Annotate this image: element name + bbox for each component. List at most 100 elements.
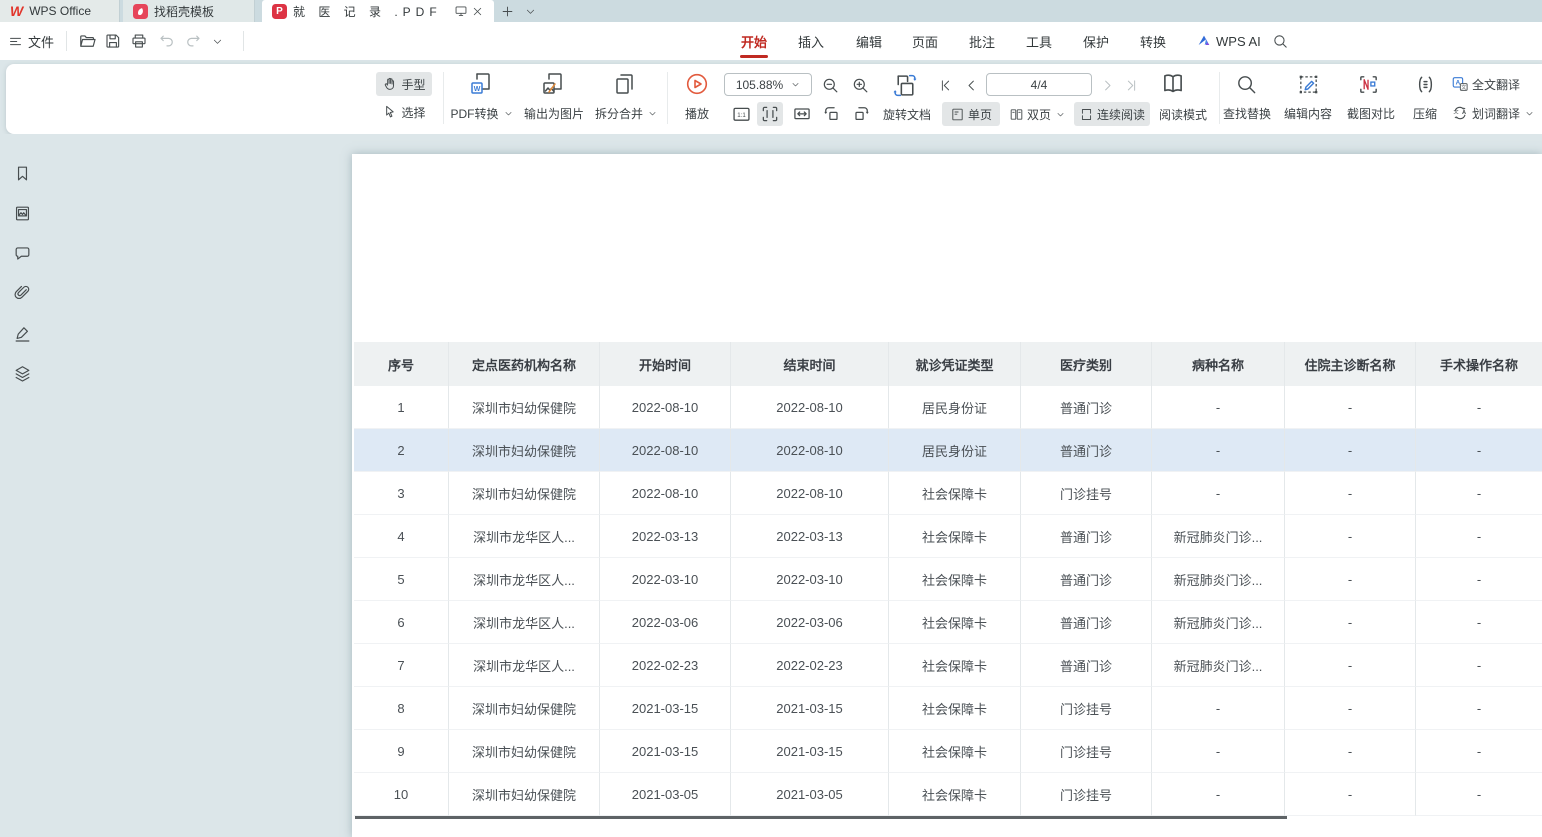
print-button[interactable] (130, 22, 148, 60)
undo-button[interactable] (158, 22, 176, 60)
file-menu-button[interactable]: 文件 (8, 22, 54, 60)
compress-button[interactable]: 压缩 (1407, 102, 1443, 124)
pdf-convert-button[interactable]: PDF转换 (444, 102, 519, 124)
continuous-read-button[interactable]: 连续阅读 (1074, 102, 1150, 126)
table-cell: 2022-08-10 (731, 429, 889, 472)
read-mode-button[interactable]: 阅读模式 (1154, 102, 1212, 126)
table-cell: - (1416, 644, 1542, 687)
wps-ai-button[interactable]: WPS AI (1196, 22, 1261, 60)
table-cell: - (1416, 601, 1542, 644)
table-cell: 2022-08-10 (600, 386, 731, 429)
table-cell: 社会保障卡 (889, 773, 1021, 816)
actual-size-button[interactable]: 1:1 (729, 102, 753, 126)
col-header: 医疗类别 (1021, 342, 1152, 386)
new-tab-icon[interactable] (500, 4, 515, 19)
wps-logo-icon: W (10, 4, 23, 18)
table-cell: 新冠肺炎门诊... (1152, 515, 1285, 558)
table-row: 4深圳市龙华区人...2022-03-132022-03-13社会保障卡普通门诊… (354, 515, 1542, 558)
fit-page-button[interactable] (757, 102, 783, 126)
col-header: 手术操作名称 (1416, 342, 1542, 386)
table-cell: 社会保障卡 (889, 644, 1021, 687)
compress-icon (1411, 70, 1439, 98)
word-translate-button[interactable]: A文 划词翻译 (1451, 102, 1542, 124)
divider (243, 31, 244, 51)
table-cell: - (1416, 730, 1542, 773)
attachment-panel-button[interactable] (13, 284, 33, 304)
menu-tab-edit[interactable]: 编辑 (847, 22, 891, 60)
menu-search-button[interactable] (1272, 22, 1289, 60)
thumbnail-panel-button[interactable] (13, 204, 33, 224)
layers-panel-button[interactable] (13, 364, 33, 384)
fit-page-icon (760, 104, 780, 124)
edit-content-button[interactable]: 编辑内容 (1281, 102, 1335, 124)
rotate-document-button[interactable]: 旋转文档 (876, 102, 938, 126)
tab-wps-office[interactable]: W WPS Office (0, 0, 120, 22)
close-tab-icon[interactable] (471, 5, 484, 18)
col-header: 定点医药机构名称 (449, 342, 600, 386)
swap-pages-icon[interactable] (890, 70, 920, 100)
menu-tab-protect[interactable]: 保护 (1074, 22, 1118, 60)
comment-panel-button[interactable] (13, 244, 33, 264)
redo-button[interactable] (184, 22, 202, 60)
play-button[interactable]: 播放 (674, 102, 720, 124)
monitor-icon[interactable] (454, 4, 468, 18)
first-page-button[interactable] (936, 76, 954, 94)
open-file-button[interactable] (78, 22, 97, 60)
rotate-left-button[interactable] (820, 102, 844, 126)
table-row: 5深圳市龙华区人...2022-03-102022-03-10社会保障卡普通门诊… (354, 558, 1542, 601)
table-cell: - (1285, 472, 1416, 515)
select-tool-button[interactable]: 选择 (376, 100, 432, 124)
table-cell: - (1416, 515, 1542, 558)
split-merge-button[interactable]: 拆分合并 (589, 102, 663, 124)
table-cell: 2022-03-06 (731, 601, 889, 644)
pen-icon (13, 324, 32, 343)
hand-tool-button[interactable]: 手型 (376, 72, 432, 96)
pdf-page: 序号 定点医药机构名称 开始时间 结束时间 就诊凭证类型 医疗类别 病种名称 住… (352, 154, 1542, 837)
table-cell: 2022-03-13 (731, 515, 889, 558)
table-header-row: 序号 定点医药机构名称 开始时间 结束时间 就诊凭证类型 医疗类别 病种名称 住… (354, 342, 1542, 386)
bookmark-panel-button[interactable] (13, 164, 33, 184)
page-number-input[interactable]: 4/4 (986, 73, 1092, 96)
export-image-button[interactable]: 输出为图片 (518, 102, 590, 124)
last-page-button[interactable] (1122, 76, 1140, 94)
table-cell: 2022-08-10 (600, 429, 731, 472)
table-cell: 2022-03-10 (600, 558, 731, 601)
zoom-level-select[interactable]: 105.88% (724, 73, 812, 96)
zoom-out-icon (821, 76, 840, 95)
screenshot-compare-button[interactable]: 截图对比 (1344, 102, 1398, 124)
full-translate-button[interactable]: A文 全文翻译 (1451, 73, 1539, 95)
undo-redo-chevron-icon[interactable] (212, 22, 223, 60)
single-page-button[interactable]: 单页 (942, 102, 1000, 126)
table-cell: - (1416, 687, 1542, 730)
double-page-button[interactable]: 双页 (1005, 102, 1069, 126)
zoom-out-button[interactable] (819, 74, 841, 96)
fit-width-button[interactable] (789, 102, 815, 126)
save-button[interactable] (104, 22, 122, 60)
col-header: 结束时间 (731, 342, 889, 386)
medical-records-table: 序号 定点医药机构名称 开始时间 结束时间 就诊凭证类型 医疗类别 病种名称 住… (354, 342, 1542, 816)
menu-tab-tools[interactable]: 工具 (1017, 22, 1061, 60)
pdf-toolbar: 手型 选择 W PDF转换 输出为图片 拆分合并 播放 105.88% (6, 64, 1542, 134)
table-cell: 5 (354, 558, 449, 601)
table-row: 7深圳市龙华区人...2022-02-232022-02-23社会保障卡普通门诊… (354, 644, 1542, 687)
rotate-right-button[interactable] (849, 102, 873, 126)
table-cell: 社会保障卡 (889, 687, 1021, 730)
tab-document-active[interactable]: P 就 医 记 录 .PDF (262, 0, 494, 22)
tab-docer-templates[interactable]: 找稻壳模板 (123, 0, 255, 22)
next-page-button[interactable] (1098, 76, 1116, 94)
menu-tab-home[interactable]: 开始 (732, 22, 776, 60)
signature-panel-button[interactable] (13, 324, 33, 344)
prev-page-button[interactable] (962, 76, 980, 94)
table-cell: 2021-03-15 (731, 687, 889, 730)
edit-content-icon (1294, 70, 1322, 98)
zoom-in-button[interactable] (849, 74, 871, 96)
menu-tab-page[interactable]: 页面 (903, 22, 947, 60)
find-replace-button[interactable]: 查找替换 (1220, 102, 1274, 124)
comment-icon (13, 244, 32, 263)
menu-tab-convert[interactable]: 转换 (1131, 22, 1175, 60)
redo-icon (184, 32, 202, 50)
tab-list-chevron-icon[interactable] (525, 6, 536, 17)
menu-tab-insert[interactable]: 插入 (789, 22, 833, 60)
menu-tab-comment[interactable]: 批注 (960, 22, 1004, 60)
screenshot-compare-icon (1354, 70, 1382, 98)
